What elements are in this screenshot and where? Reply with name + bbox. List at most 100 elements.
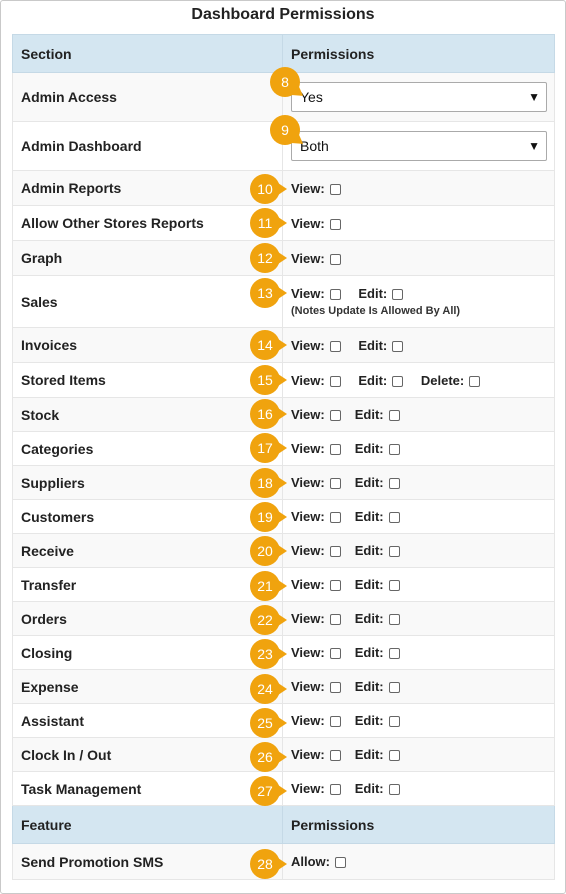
edit-checkbox[interactable] xyxy=(388,444,400,455)
admin-dashboard-label: Admin Dashboard xyxy=(12,121,283,171)
feature-header-label: Feature xyxy=(12,805,283,844)
edit-checkbox[interactable] xyxy=(392,289,404,300)
admin-access-select[interactable]: Yes ▼ xyxy=(291,82,547,112)
view-label: View: xyxy=(291,250,325,266)
callout-badge: 18 xyxy=(250,468,287,498)
callout-badge: 16 xyxy=(250,399,287,429)
delete-label: Delete: xyxy=(420,372,465,388)
edit-label: Edit: xyxy=(358,286,388,301)
edit-label: Edit: xyxy=(354,475,384,490)
view-label: View: xyxy=(291,543,325,558)
edit-label: Edit: xyxy=(354,781,384,796)
edit-checkbox[interactable] xyxy=(388,750,400,761)
view-checkbox[interactable] xyxy=(329,183,341,195)
view-checkbox[interactable] xyxy=(329,614,341,625)
view-checkbox[interactable] xyxy=(329,340,341,352)
view-checkbox[interactable] xyxy=(329,253,341,265)
row-label: Stock xyxy=(12,397,283,432)
row-label: Receive xyxy=(12,533,283,568)
edit-label: Edit: xyxy=(354,747,384,762)
view-label: View: xyxy=(291,286,325,301)
row-label: Closing xyxy=(12,635,283,670)
edit-label: Edit: xyxy=(354,509,384,524)
view-checkbox[interactable] xyxy=(329,716,341,727)
delete-checkbox[interactable] xyxy=(469,375,481,387)
row-label: Assistant xyxy=(12,703,283,738)
view-checkbox[interactable] xyxy=(329,648,341,659)
edit-checkbox[interactable] xyxy=(388,614,400,625)
edit-label: Edit: xyxy=(354,611,384,626)
callout-badge: 21 xyxy=(250,571,287,601)
feature-permissions-header: Permissions xyxy=(282,805,555,844)
edit-checkbox[interactable] xyxy=(388,648,400,659)
view-checkbox[interactable] xyxy=(329,478,341,489)
edit-label: Edit: xyxy=(354,407,384,422)
edit-checkbox[interactable] xyxy=(388,546,400,557)
edit-label: Edit: xyxy=(354,441,384,456)
view-label: View: xyxy=(291,509,325,524)
row-label: Invoices xyxy=(12,327,283,363)
row-label: Categories xyxy=(12,431,283,466)
allow-checkbox[interactable] xyxy=(335,857,346,868)
view-label: View: xyxy=(291,611,325,626)
edit-checkbox[interactable] xyxy=(388,512,400,523)
view-label: View: xyxy=(291,713,325,728)
view-checkbox[interactable] xyxy=(329,580,341,591)
view-checkbox[interactable] xyxy=(329,444,341,455)
row-label: Expense xyxy=(12,669,283,704)
callout-badge: 14 xyxy=(250,330,287,360)
notes-update-note: (Notes Update Is Allowed By All) xyxy=(291,305,461,317)
callout-badge: 20 xyxy=(250,536,287,566)
view-label: View: xyxy=(291,441,325,456)
callout-badge: 13 xyxy=(250,278,287,308)
callout-badge: 11 xyxy=(250,208,287,238)
row-label: Transfer xyxy=(12,567,283,602)
edit-checkbox[interactable] xyxy=(392,375,404,387)
view-checkbox[interactable] xyxy=(329,784,341,795)
view-checkbox[interactable] xyxy=(329,289,341,300)
admin-dashboard-select[interactable]: Both ▼ xyxy=(291,131,547,161)
view-checkbox[interactable] xyxy=(329,375,341,387)
callout-badge: 12 xyxy=(250,243,287,273)
view-label: View: xyxy=(291,372,325,388)
row-label: Clock In / Out xyxy=(12,737,283,772)
admin-access-label: Admin Access xyxy=(12,72,283,122)
view-label: View: xyxy=(291,215,325,231)
edit-label: Edit: xyxy=(358,372,388,388)
callout-badge: 23 xyxy=(250,639,287,669)
edit-checkbox[interactable] xyxy=(388,716,400,727)
page-title: Dashboard Permissions xyxy=(191,6,375,23)
callout-badge: 9 xyxy=(270,115,300,145)
edit-label: Edit: xyxy=(354,679,384,694)
view-checkbox[interactable] xyxy=(329,410,341,421)
row-label: Graph xyxy=(12,240,283,276)
view-label: View: xyxy=(291,781,325,796)
callout-badge: 25 xyxy=(250,708,287,738)
view-label: View: xyxy=(291,577,325,592)
edit-checkbox[interactable] xyxy=(388,580,400,591)
row-label: Customers xyxy=(12,499,283,534)
view-checkbox[interactable] xyxy=(329,218,341,230)
row-label: Suppliers xyxy=(12,465,283,500)
edit-checkbox[interactable] xyxy=(388,410,400,421)
edit-label: Edit: xyxy=(354,713,384,728)
edit-label: Edit: xyxy=(354,645,384,660)
view-checkbox[interactable] xyxy=(329,546,341,557)
view-label: View: xyxy=(291,679,325,694)
callout-badge: 8 xyxy=(270,67,300,97)
row-label: Sales xyxy=(12,275,283,328)
edit-label: Edit: xyxy=(354,543,384,558)
callout-badge: 24 xyxy=(250,674,287,704)
edit-checkbox[interactable] xyxy=(388,478,400,489)
view-checkbox[interactable] xyxy=(329,512,341,523)
row-label: Stored Items xyxy=(12,362,283,398)
edit-checkbox[interactable] xyxy=(392,340,404,352)
view-checkbox[interactable] xyxy=(329,682,341,693)
view-checkbox[interactable] xyxy=(329,750,341,761)
row-label: Orders xyxy=(12,601,283,636)
callout-badge: 10 xyxy=(250,174,287,204)
edit-checkbox[interactable] xyxy=(388,784,400,795)
edit-label: Edit: xyxy=(358,337,388,353)
view-label: View: xyxy=(291,747,325,762)
edit-checkbox[interactable] xyxy=(388,682,400,693)
